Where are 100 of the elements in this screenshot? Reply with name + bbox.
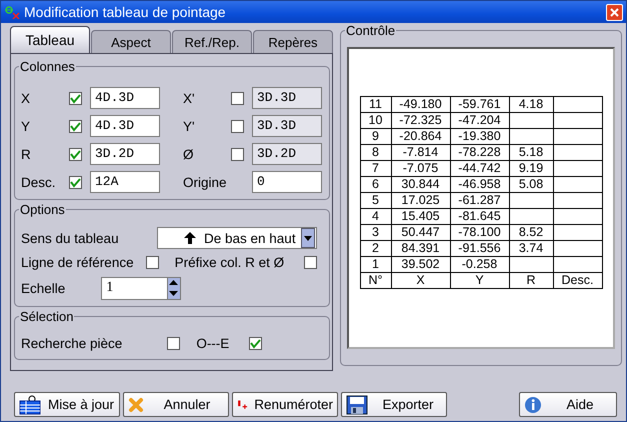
table-cell: -20.864 (391, 128, 450, 144)
field-label: Recherche pièce (21, 336, 122, 350)
field-label: Sens du tableau (21, 230, 119, 246)
table-cell: 1 (360, 256, 391, 272)
field-label: Y' (183, 118, 196, 134)
table-cell: 5.08 (509, 176, 553, 192)
column-header: Y (450, 272, 509, 288)
caret-icon (304, 236, 312, 240)
table-cell: 17.025 (391, 192, 450, 208)
checkbox[interactable] (249, 336, 262, 350)
table-cell: -7.075 (391, 160, 450, 176)
table-cell: -78.100 (450, 224, 509, 240)
tab[interactable]: Tableau (10, 26, 90, 53)
input-field[interactable]: 3D.2D (252, 143, 322, 165)
table-cell: -7.814 (391, 144, 450, 160)
checkbox[interactable] (69, 92, 82, 104)
checkbox[interactable] (167, 336, 180, 350)
up-arrow-icon (184, 232, 196, 244)
dropdown[interactable]: De bas en haut (157, 227, 317, 249)
table-cell: 8 (360, 144, 391, 160)
checkbox[interactable] (231, 120, 244, 132)
table-cell: 3.74 (509, 240, 553, 256)
group-title: Options (19, 202, 66, 217)
field-label: X (21, 90, 32, 106)
input-field[interactable]: 3D.3D (252, 115, 322, 137)
renumber-button[interactable]: Renuméroter (232, 392, 338, 417)
help-button[interactable]: Aide (519, 392, 617, 417)
table-cell: -0.258 (450, 256, 509, 272)
up-caret-icon (168, 278, 180, 288)
table-cell: 4.18 (509, 96, 553, 112)
group-title: Colonnes (19, 59, 76, 74)
close-button[interactable] (606, 4, 623, 20)
field-label: Origine (183, 174, 228, 190)
tab[interactable]: Repères (253, 30, 333, 53)
table-cell: -46.958 (450, 176, 509, 192)
field-label: R (21, 146, 32, 162)
field-label: Y (21, 118, 32, 134)
checkbox[interactable] (231, 148, 244, 160)
field-label: O---E (196, 336, 230, 350)
app-icon (4, 5, 20, 19)
input-field[interactable]: 4D.3D (90, 115, 160, 137)
input-field[interactable]: 3D.3D (252, 87, 322, 109)
table-cell: 9 (360, 128, 391, 144)
column-header: R (509, 272, 553, 288)
input-field[interactable]: 0 (252, 171, 322, 193)
table-cell: -78.228 (450, 144, 509, 160)
close-icon (610, 8, 619, 16)
checkbox[interactable] (69, 148, 82, 160)
table-cell: 30.844 (391, 176, 450, 192)
input-field[interactable]: 4D.3D (90, 87, 160, 109)
update-button[interactable]: Mise à jour (14, 392, 120, 417)
export-button[interactable]: Exporter (341, 392, 447, 417)
table-cell: 84.391 (391, 240, 450, 256)
table-cell: 6 (360, 176, 391, 192)
table-cell: -49.180 (391, 96, 450, 112)
number-spinner[interactable]: 1 (101, 276, 182, 300)
table-cell: 10 (360, 112, 391, 128)
checkbox[interactable] (231, 92, 244, 104)
table-cell: -59.761 (450, 96, 509, 112)
table-cell: -47.204 (450, 112, 509, 128)
checkbox[interactable] (304, 256, 317, 268)
field-label: Ligne de référence (21, 254, 134, 270)
column-header: Desc. (553, 272, 602, 288)
table-icon (19, 394, 41, 414)
table-cell: 5 (360, 192, 391, 208)
table-cell: 15.405 (391, 208, 450, 224)
table-cell: 3 (360, 224, 391, 240)
table-cell: 11 (360, 96, 391, 112)
table-cell: 7 (360, 160, 391, 176)
table-cell: -72.325 (391, 112, 450, 128)
table-cell: -61.287 (450, 192, 509, 208)
window-title: Modification tableau de pointage (24, 4, 227, 20)
field-label: Echelle (21, 280, 66, 296)
table-cell: 2 (360, 240, 391, 256)
field-label: Ø (183, 146, 195, 162)
tab[interactable]: Aspect (91, 30, 171, 53)
table-cell: -81.645 (450, 208, 509, 224)
input-field[interactable]: 3D.2D (90, 143, 160, 165)
group-title: Contrôle (345, 23, 396, 38)
checkbox[interactable] (146, 256, 159, 268)
column-header: N° (360, 272, 391, 288)
table-cell: 39.502 (391, 256, 450, 272)
table-cell: -44.742 (450, 160, 509, 176)
group-title: Sélection (19, 309, 74, 324)
cross-icon (128, 396, 144, 412)
input-field[interactable]: 12A (90, 171, 160, 193)
table-cell: 4 (360, 208, 391, 224)
field-label: Desc. (21, 174, 57, 190)
cancel-button[interactable]: Annuler (123, 392, 229, 417)
table-cell: 50.447 (391, 224, 450, 240)
table-cell: 9.19 (509, 160, 553, 176)
field-label: Préfixe col. R et Ø (174, 254, 284, 270)
table-cell: 5.18 (509, 144, 553, 160)
table-cell: 8.52 (509, 224, 553, 240)
info-icon (524, 396, 542, 414)
column-header: X (391, 272, 450, 288)
checkbox[interactable] (69, 120, 82, 132)
tab[interactable]: Ref./Rep. (172, 30, 252, 53)
field-label: X' (183, 90, 196, 106)
checkbox[interactable] (69, 176, 82, 188)
